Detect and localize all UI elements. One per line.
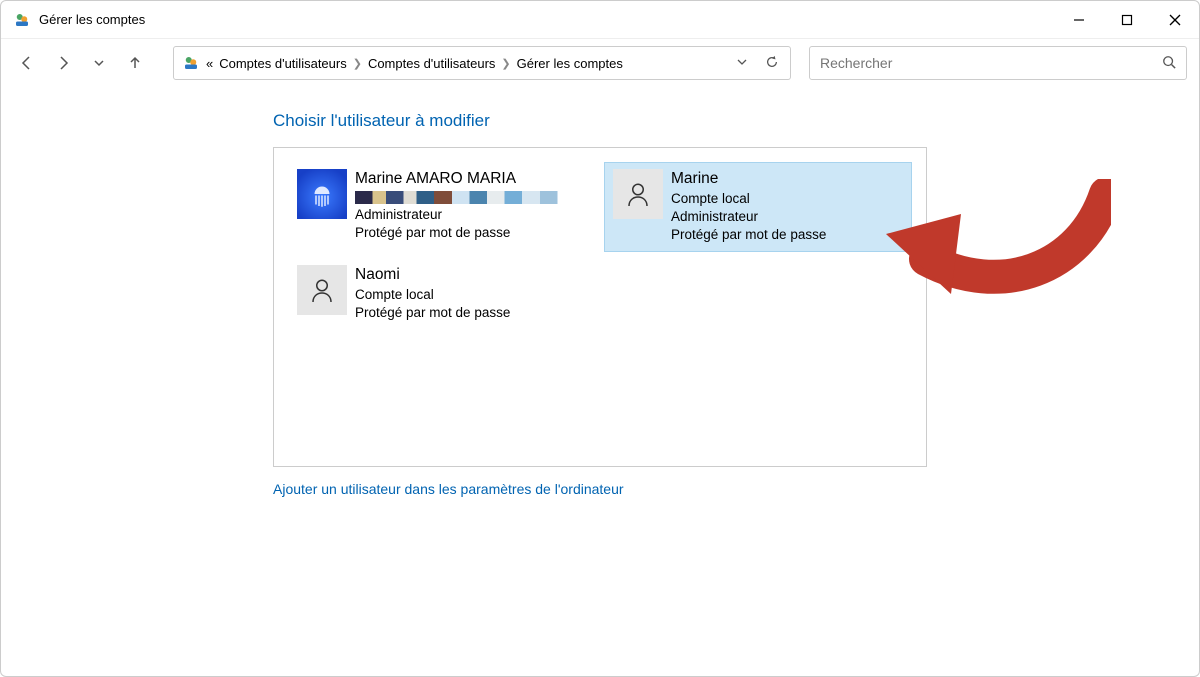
- user-name: Naomi: [355, 265, 510, 286]
- chevron-right-icon: ❯: [501, 57, 510, 70]
- address-dropdown-icon[interactable]: [732, 56, 752, 71]
- user-protection: Protégé par mot de passe: [671, 226, 826, 244]
- control-panel-icon: [182, 54, 200, 72]
- user-name: Marine AMARO MARIA: [355, 169, 575, 190]
- user-list-panel: Marine AMARO MARIA Administrateur Protég…: [273, 147, 927, 467]
- user-info: Marine Compte local Administrateur Proté…: [671, 169, 826, 245]
- user-protection: Protégé par mot de passe: [355, 224, 575, 242]
- user-accounts-app-icon: [13, 11, 31, 29]
- avatar: [613, 169, 663, 219]
- refresh-button[interactable]: [762, 55, 782, 72]
- obscured-email: [355, 191, 575, 204]
- user-protection: Protégé par mot de passe: [355, 304, 510, 322]
- titlebar: Gérer les comptes: [1, 1, 1199, 39]
- search-box[interactable]: [809, 46, 1187, 80]
- add-user-link[interactable]: Ajouter un utilisateur dans les paramètr…: [273, 481, 624, 497]
- user-name: Marine: [671, 169, 826, 190]
- minimize-button[interactable]: [1055, 1, 1103, 39]
- chevron-right-icon: ❯: [353, 57, 362, 70]
- user-account-type: Compte local: [671, 190, 826, 208]
- maximize-button[interactable]: [1103, 1, 1151, 39]
- breadcrumb-item-0[interactable]: Comptes d'utilisateurs: [219, 56, 346, 71]
- avatar: [297, 265, 347, 315]
- forward-button[interactable]: [49, 49, 77, 77]
- user-role: Administrateur: [355, 206, 575, 224]
- avatar: [297, 169, 347, 219]
- user-info: Marine AMARO MARIA Administrateur Protég…: [355, 169, 575, 242]
- search-input[interactable]: [820, 55, 1162, 71]
- user-info: Naomi Compte local Protégé par mot de pa…: [355, 265, 510, 322]
- main-content: Choisir l'utilisateur à modifier Marine …: [1, 87, 1199, 497]
- toolbar: « Comptes d'utilisateurs ❯ Comptes d'uti…: [1, 39, 1199, 87]
- section-title: Choisir l'utilisateur à modifier: [273, 111, 1199, 131]
- breadcrumb-item-2[interactable]: Gérer les comptes: [517, 56, 623, 71]
- user-role: Administrateur: [671, 208, 826, 226]
- up-button[interactable]: [121, 49, 149, 77]
- back-button[interactable]: [13, 49, 41, 77]
- window-controls: [1055, 1, 1199, 39]
- breadcrumb-item-1[interactable]: Comptes d'utilisateurs: [368, 56, 495, 71]
- user-tile-2[interactable]: Naomi Compte local Protégé par mot de pa…: [288, 258, 596, 329]
- search-icon[interactable]: [1162, 55, 1176, 72]
- address-bar[interactable]: « Comptes d'utilisateurs ❯ Comptes d'uti…: [173, 46, 791, 80]
- user-tile-0[interactable]: Marine AMARO MARIA Administrateur Protég…: [288, 162, 596, 252]
- breadcrumb-prefix: «: [206, 56, 213, 71]
- window-title: Gérer les comptes: [39, 12, 145, 27]
- user-tile-1[interactable]: Marine Compte local Administrateur Proté…: [604, 162, 912, 252]
- recent-dropdown[interactable]: [85, 49, 113, 77]
- close-button[interactable]: [1151, 1, 1199, 39]
- user-account-type: Compte local: [355, 286, 510, 304]
